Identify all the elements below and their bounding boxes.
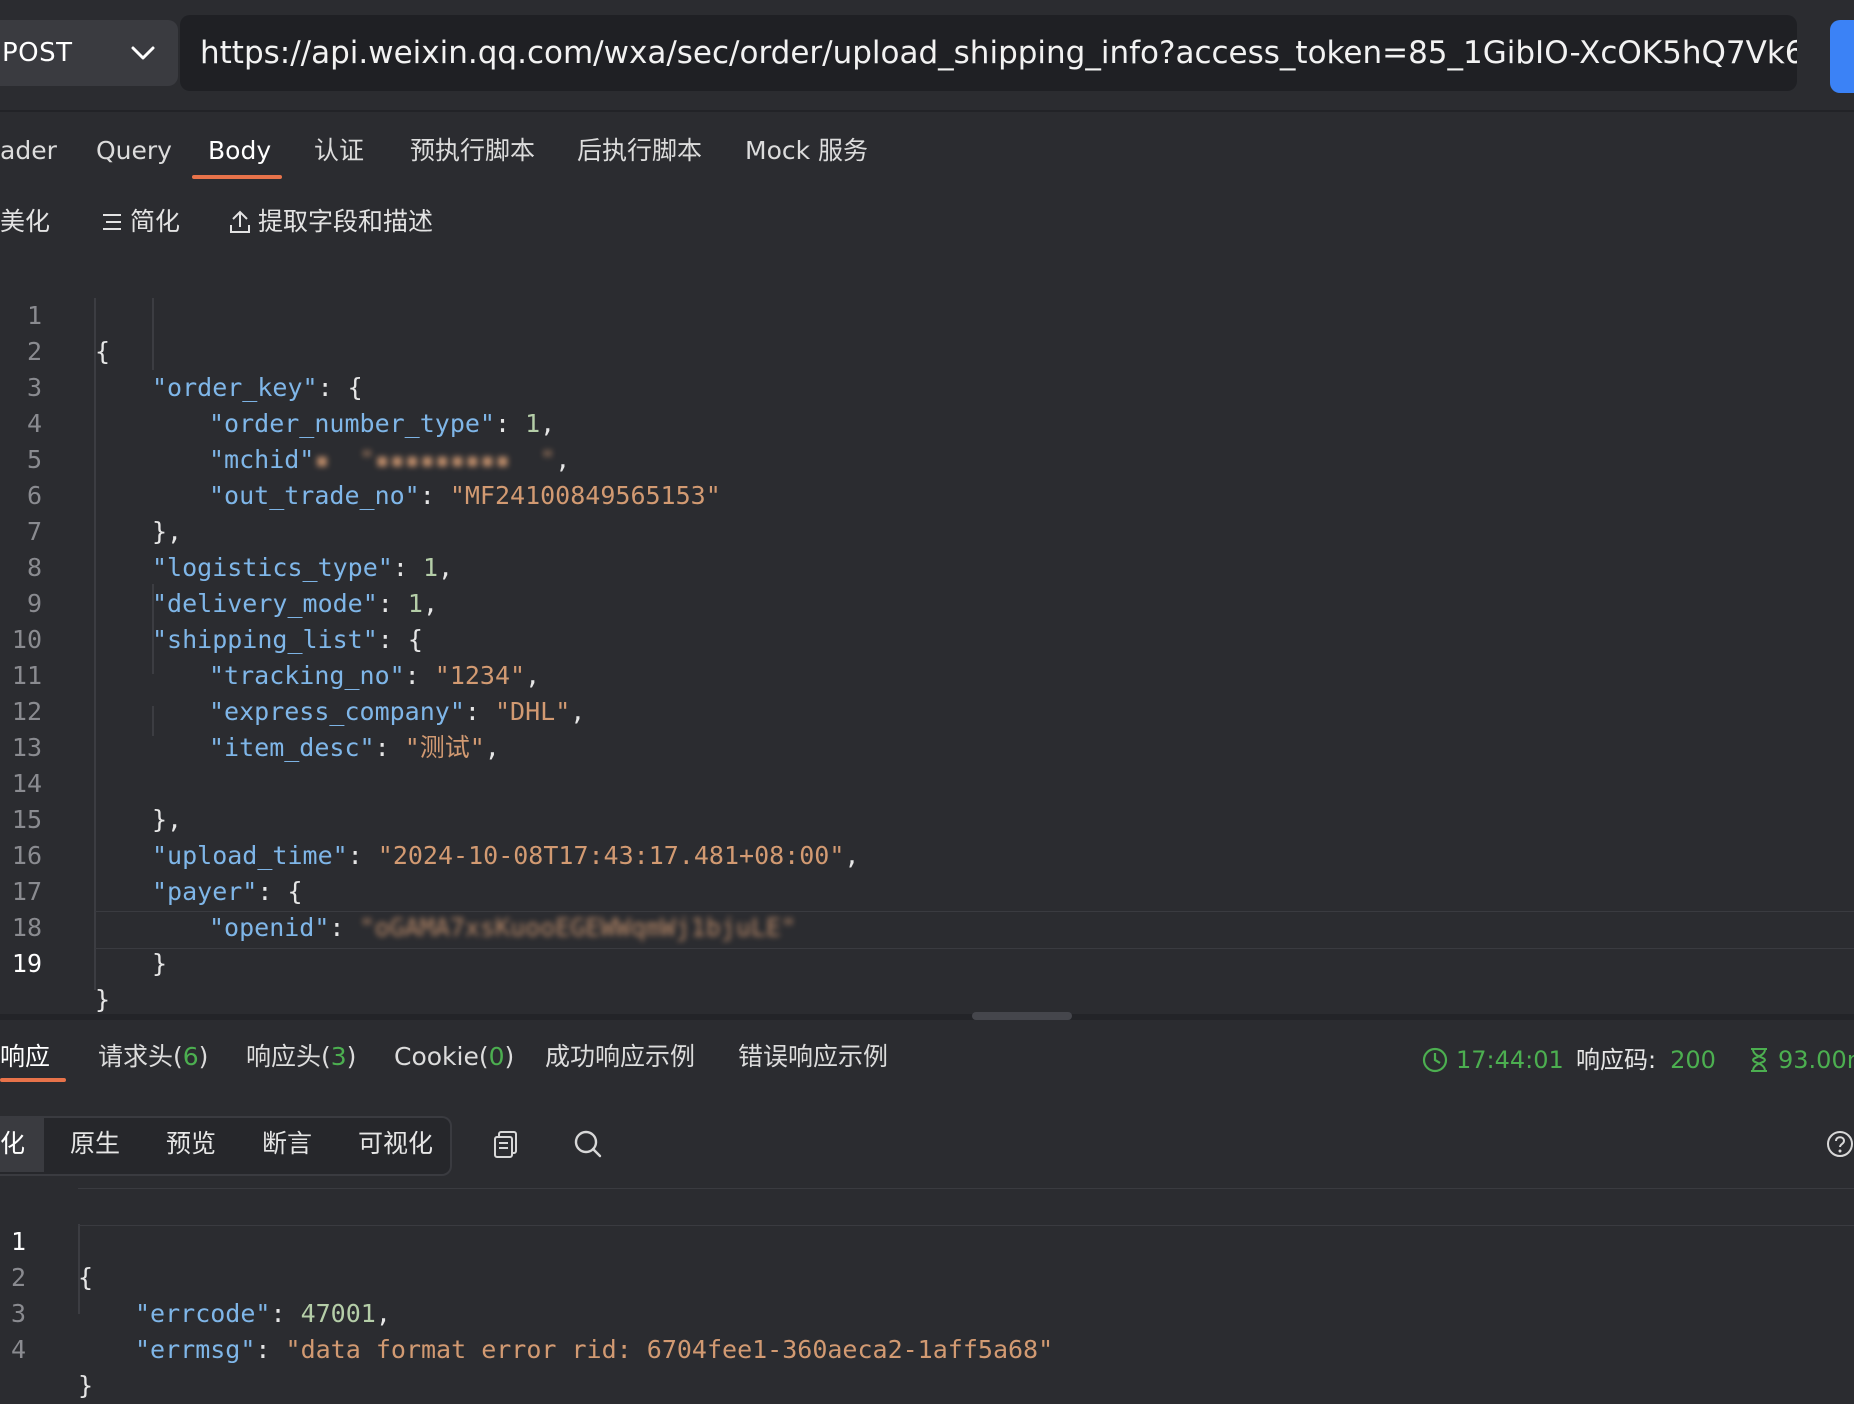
request-tabs: ader Query Body 认证 预执行脚本 后执行脚本 Mock 服务 [0, 128, 1854, 180]
tab-request-headers[interactable]: 请求头(6) [98, 1034, 208, 1080]
code-line: 1 { [0, 262, 1854, 366]
beautify-button[interactable]: 美化 [0, 200, 50, 244]
code-text: } [152, 949, 168, 978]
tab-header[interactable]: ader [0, 128, 57, 174]
code-line: 19 } [0, 910, 1854, 1014]
response-duration: 93.00m [1748, 1040, 1854, 1080]
view-raw[interactable]: 原生 [70, 1116, 120, 1172]
code-line: 2 "order_key": { [0, 298, 1854, 402]
clock-icon [1422, 1047, 1448, 1073]
help-icon[interactable] [1826, 1130, 1854, 1158]
url-input[interactable]: https://api.weixin.qq.com/wxa/sec/order/… [180, 15, 1797, 91]
code-line: 1 { [0, 1188, 1854, 1292]
code-line: 10 "tracking_no": "1234", [0, 586, 1854, 690]
code-line: 6 }, [0, 442, 1854, 546]
search-icon[interactable] [572, 1128, 604, 1160]
tab-error-example[interactable]: 错误响应示例 [738, 1034, 888, 1080]
method-label: POST [2, 38, 73, 68]
chevron-down-icon [131, 46, 155, 60]
code-line: 15 "upload_time": "2024-10-08T17:43:17.4… [0, 766, 1854, 870]
code-line: 14 }, [0, 730, 1854, 834]
line-number: 19 [11, 949, 42, 978]
panel-splitter[interactable] [0, 1014, 1854, 1020]
status-code: 响应码: 200 [1576, 1040, 1716, 1080]
beautify-label: 美化 [0, 207, 51, 236]
code-line: 7 "logistics_type": 1, [0, 478, 1854, 582]
url-bar: POST https://api.weixin.qq.com/wxa/sec/o… [0, 0, 1854, 112]
line-number: 4 [10, 1335, 26, 1364]
active-tab-indicator [192, 175, 282, 179]
response-time-value: 17:44:01 [1456, 1046, 1564, 1074]
tab-query[interactable]: Query [96, 128, 172, 174]
tab-auth[interactable]: 认证 [314, 128, 364, 174]
tab-response[interactable]: 响应 [0, 1034, 50, 1080]
code-text: } [78, 1371, 94, 1400]
response-time: 17:44:01 [1422, 1040, 1564, 1080]
view-visualize[interactable]: 可视化 [358, 1116, 433, 1172]
extract-fields-button[interactable]: 提取字段和描述 [228, 200, 433, 244]
code-line: 4 } [0, 1296, 1854, 1400]
status-label: 响应码: [1576, 1046, 1657, 1074]
tab-post-script[interactable]: 后执行脚本 [577, 128, 702, 174]
tab-success-example[interactable]: 成功响应示例 [545, 1034, 695, 1080]
code-line: 9 "shipping_list": { [0, 550, 1854, 654]
hourglass-icon [1751, 1048, 1767, 1072]
tab-mock-service[interactable]: Mock 服务 [745, 128, 868, 174]
code-line: 4 "mchid"▪ "▪▪▪▪▪▪▪▪▪ ", [0, 370, 1854, 474]
code-text: "errmsg": "data format error rid: 6704fe… [135, 1335, 1054, 1364]
tab-pre-script[interactable]: 预执行脚本 [410, 128, 535, 174]
active-tab-indicator [0, 1078, 66, 1082]
tab-cookie[interactable]: Cookie(0) [394, 1034, 514, 1080]
simplify-label: 简化 [130, 207, 181, 236]
tab-body[interactable]: Body [208, 128, 271, 174]
code-line: 18 } [0, 874, 1854, 978]
view-preview[interactable]: 预览 [166, 1116, 216, 1172]
extract-label: 提取字段和描述 [258, 207, 434, 236]
code-line: 12 "item_desc": "测试", [0, 658, 1854, 762]
divider [0, 110, 1854, 112]
body-toolbar: 美化 简化 提取字段和描述 [0, 200, 1854, 246]
code-line: 5 "out_trade_no": "MF24100849565153" [0, 406, 1854, 510]
code-line: 3 "errmsg": "data format error rid: 6704… [0, 1260, 1854, 1364]
code-line: 17 "openid": "oGAMA7xsKuooEGEWWqmWj1bjuL… [0, 838, 1854, 942]
code-line: 11 "express_company": "DHL", [0, 622, 1854, 726]
code-line: 8 "delivery_mode": 1, [0, 514, 1854, 618]
send-button[interactable] [1830, 20, 1854, 93]
duration-value: 93.00m [1778, 1046, 1854, 1074]
code-line: 2 "errcode": 47001, [0, 1224, 1854, 1328]
status-code-value: 200 [1670, 1046, 1716, 1074]
code-line: 13 [0, 694, 1854, 762]
splitter-handle[interactable] [972, 1012, 1072, 1020]
code-text: } [95, 985, 111, 1014]
copy-icon[interactable] [490, 1128, 522, 1160]
view-beautify[interactable]: 化 [0, 1116, 44, 1172]
tab-response-headers[interactable]: 响应头(3) [246, 1034, 356, 1080]
view-assert[interactable]: 断言 [262, 1116, 312, 1172]
url-text: https://api.weixin.qq.com/wxa/sec/order/… [200, 35, 1797, 71]
simplify-button[interactable]: 简化 [100, 200, 180, 244]
code-line: 3 "order_number_type": 1, [0, 334, 1854, 438]
code-line: 16 "payer": { [0, 802, 1854, 906]
upload-icon [230, 210, 250, 233]
method-select[interactable]: POST [0, 20, 178, 86]
list-icon [103, 214, 121, 230]
